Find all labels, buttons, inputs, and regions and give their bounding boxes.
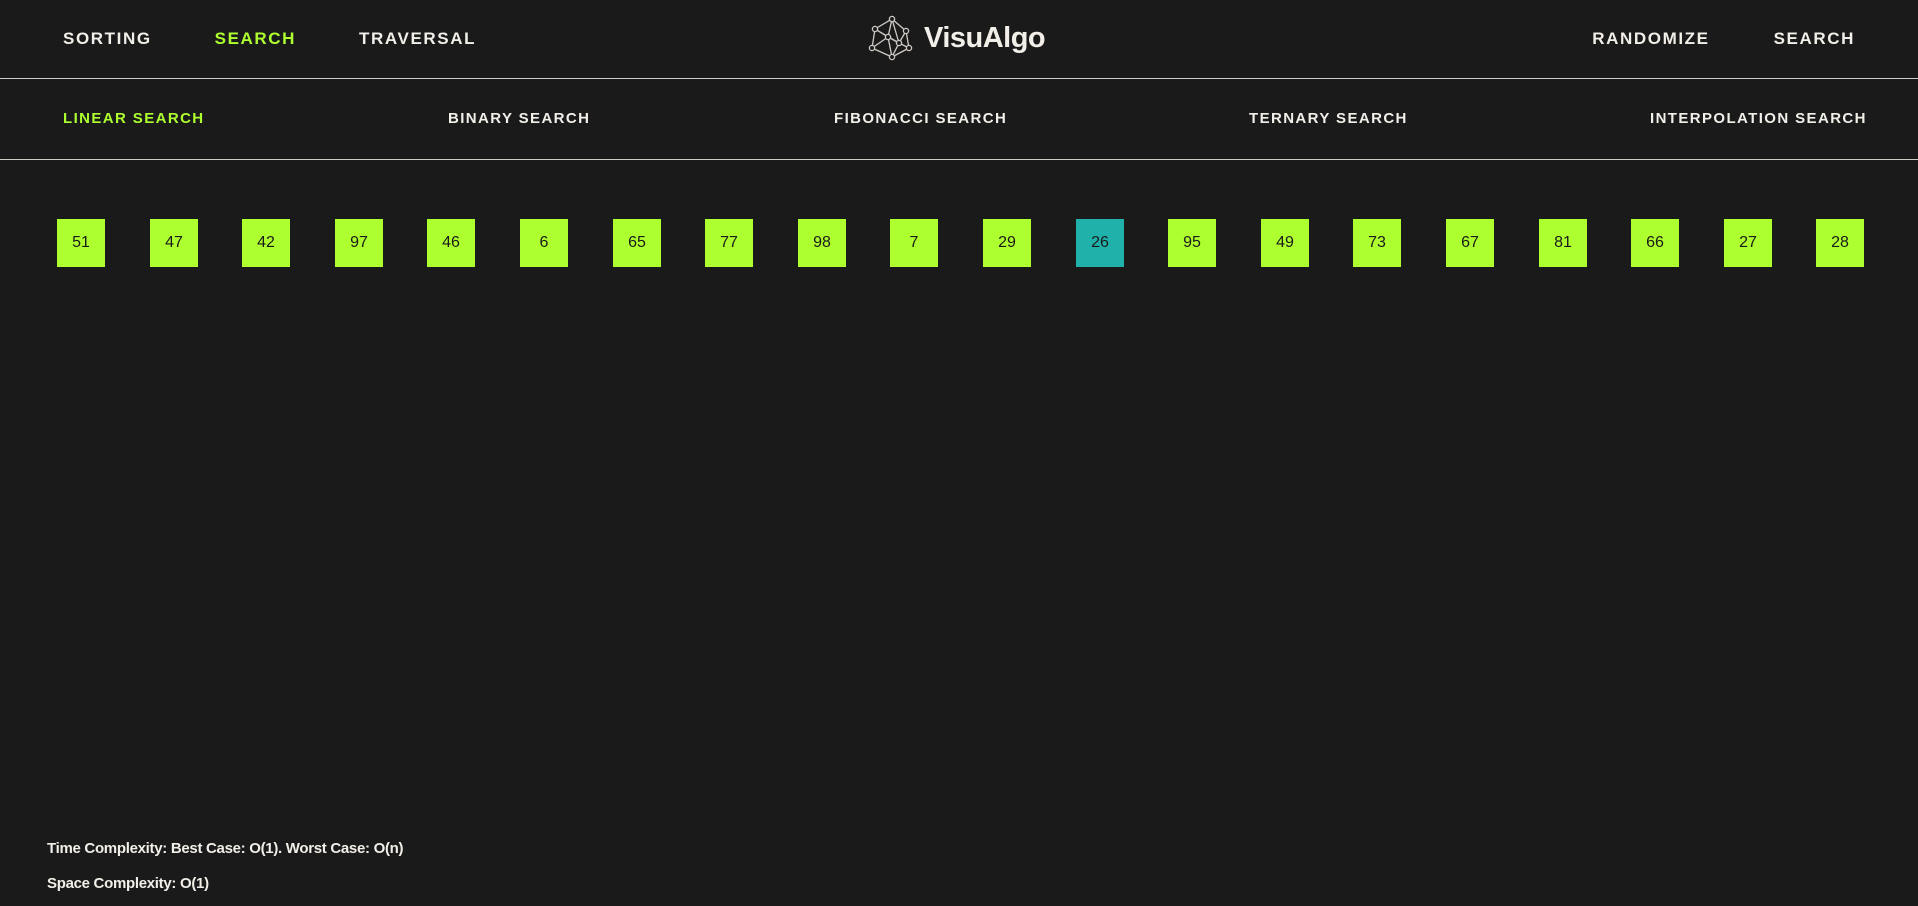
time-complexity-text: Time Complexity: Best Case: O(1). Worst … bbox=[47, 840, 404, 857]
tab-binary-search[interactable]: BINARY SEARCH bbox=[448, 79, 590, 159]
array-cell: 98 bbox=[798, 219, 846, 267]
tab-ternary-search[interactable]: TERNARY SEARCH bbox=[1249, 79, 1408, 159]
space-complexity-text: Space Complexity: O(1) bbox=[47, 875, 209, 892]
array-cell: 97 bbox=[335, 219, 383, 267]
brand-logo[interactable]: VisuAlgo bbox=[868, 14, 1046, 62]
randomize-button[interactable]: RANDOMIZE bbox=[1592, 29, 1709, 49]
array-cell: 66 bbox=[1631, 219, 1679, 267]
array-cell: 27 bbox=[1724, 219, 1772, 267]
array-cell: 6 bbox=[520, 219, 568, 267]
array-cell: 67 bbox=[1446, 219, 1494, 267]
array-cell: 81 bbox=[1539, 219, 1587, 267]
network-graph-icon bbox=[868, 15, 913, 61]
array-cell: 65 bbox=[613, 219, 661, 267]
array-cell: 47 bbox=[150, 219, 198, 267]
array-cell: 46 bbox=[427, 219, 475, 267]
array-cell: 7 bbox=[890, 219, 938, 267]
primary-nav: SORTING SEARCH TRAVERSAL bbox=[63, 0, 539, 78]
nav-traversal[interactable]: TRAVERSAL bbox=[359, 29, 476, 49]
array-cell: 28 bbox=[1816, 219, 1864, 267]
tab-fibonacci-search[interactable]: FIBONACCI SEARCH bbox=[834, 79, 1007, 159]
nav-sorting[interactable]: SORTING bbox=[63, 29, 152, 49]
tab-linear-search[interactable]: LINEAR SEARCH bbox=[63, 79, 205, 159]
array-cell: 51 bbox=[57, 219, 105, 267]
brand-name: VisuAlgo bbox=[924, 21, 1046, 54]
array-visualization: 51 47 42 97 46 6 65 77 98 7 29 26 95 49 73 67 81 66 27 28 bbox=[0, 219, 1918, 267]
action-nav: RANDOMIZE SEARCH bbox=[1528, 0, 1855, 78]
array-cell: 26 bbox=[1076, 219, 1124, 267]
array-cell: 29 bbox=[983, 219, 1031, 267]
search-button[interactable]: SEARCH bbox=[1774, 29, 1855, 49]
tab-interpolation-search[interactable]: INTERPOLATION SEARCH bbox=[1650, 79, 1867, 159]
array-cell: 95 bbox=[1168, 219, 1216, 267]
array-cell: 49 bbox=[1261, 219, 1309, 267]
array-cell: 42 bbox=[242, 219, 290, 267]
array-cell: 77 bbox=[705, 219, 753, 267]
algorithm-tabs: LINEAR SEARCH BINARY SEARCH FIBONACCI SE… bbox=[0, 79, 1918, 160]
top-navigation-bar: SORTING SEARCH TRAVERSAL VisuAlgo RANDOM… bbox=[0, 0, 1918, 79]
array-cell: 73 bbox=[1353, 219, 1401, 267]
nav-search[interactable]: SEARCH bbox=[215, 29, 296, 49]
